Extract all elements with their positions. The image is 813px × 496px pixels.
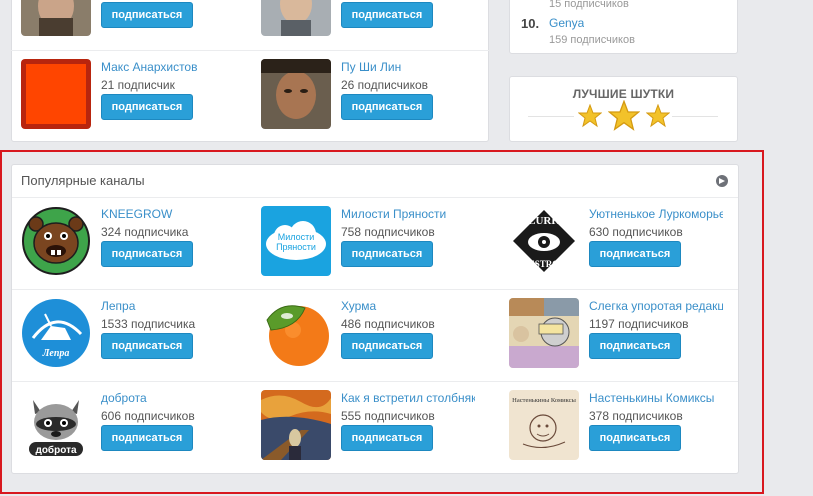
subscribe-button[interactable]: подписаться: [101, 241, 193, 267]
channel-name-link[interactable]: доброта: [101, 391, 241, 405]
section-title: Популярные каналы: [21, 173, 145, 188]
rank-number: 10.: [521, 16, 540, 31]
user-avatar[interactable]: [21, 59, 91, 129]
user-name-link[interactable]: Пу Ши Лин: [341, 60, 401, 74]
subscriber-count: 15 подписчиков: [549, 0, 629, 10]
scream-painting-icon[interactable]: [261, 390, 331, 460]
best-jokes-title[interactable]: ЛУЧШИЕ ШУТКИ: [509, 87, 738, 101]
star-icon: [578, 104, 602, 128]
channel-name-link[interactable]: Слегка упоротая редакция: [589, 299, 723, 313]
star-icon: [646, 104, 670, 128]
subscriber-count: 758 подписчиков: [341, 225, 435, 239]
comic-sketch-icon[interactable]: Настенькины Комиксы: [509, 390, 579, 460]
subscriber-count: 1197 подписчиков: [589, 317, 689, 331]
subscribe-button[interactable]: подписаться: [589, 425, 681, 451]
header-divider: [12, 197, 738, 198]
row-divider: [12, 381, 738, 382]
cloud-logo-text: Милости: [278, 232, 315, 242]
comic-logo-text: Настенькины Комиксы: [512, 397, 576, 404]
channel-name-link[interactable]: Настенькины Комиксы: [589, 391, 723, 405]
cloud-logo-text: Пряности: [276, 242, 316, 252]
user-avatar[interactable]: [261, 0, 331, 36]
cloud-logo-icon[interactable]: Милости Пряности: [261, 206, 331, 276]
subscribe-button[interactable]: подписаться: [589, 333, 681, 359]
channel-name-link[interactable]: Милости Пряности: [341, 207, 481, 221]
lurk-logo-text: LURK: [528, 215, 560, 227]
subscriber-count: 555 подписчиков: [341, 409, 435, 423]
persimmon-icon[interactable]: [261, 298, 331, 368]
user-avatar[interactable]: [21, 0, 91, 36]
lurk-destroy-eye-icon[interactable]: LURK DESTROY: [509, 206, 579, 276]
subscribe-button[interactable]: подписаться: [341, 425, 433, 451]
subscribe-button[interactable]: подписаться: [341, 2, 433, 28]
channel-name-link[interactable]: Уютненькое Луркоморье: [589, 207, 723, 221]
user-avatar[interactable]: [261, 59, 331, 129]
lepra-logo-text: Лепра: [42, 348, 70, 359]
subscribe-button[interactable]: подписаться: [341, 333, 433, 359]
unicorn-logo-icon[interactable]: Лепра: [21, 298, 91, 368]
decor-line: [672, 116, 718, 117]
row-divider: [11, 50, 489, 51]
subscriber-count: 1533 подписчика: [101, 317, 196, 331]
subscribe-button[interactable]: подписаться: [101, 94, 193, 120]
subscribe-button[interactable]: подписаться: [341, 94, 433, 120]
subscriber-count: 21 подписчик: [101, 78, 175, 92]
subscriber-count: 606 подписчиков: [101, 409, 195, 423]
subscribe-button[interactable]: подписаться: [101, 425, 193, 451]
subscribe-button[interactable]: подписаться: [101, 333, 193, 359]
subscriber-count: 324 подписчика: [101, 225, 189, 239]
star-icon: [608, 100, 640, 131]
subscribe-button[interactable]: подписаться: [589, 241, 681, 267]
raccoon-icon[interactable]: доброта: [21, 390, 91, 460]
subscriber-count: 26 подписчиков: [341, 78, 429, 92]
dobrota-logo-text: доброта: [35, 444, 76, 456]
subscriber-count: 378 подписчиков: [589, 409, 683, 423]
channel-name-link[interactable]: Как я встретил столбняк: [341, 391, 475, 405]
subscribe-button[interactable]: подписаться: [101, 2, 193, 28]
comic-collage-icon[interactable]: [509, 298, 579, 368]
arrow-right-icon[interactable]: [716, 175, 728, 187]
row-divider: [12, 289, 738, 290]
subscribe-button[interactable]: подписаться: [341, 241, 433, 267]
subscriber-count: 630 подписчиков: [589, 225, 683, 239]
channel-name-link[interactable]: KNEEGROW: [101, 207, 241, 221]
user-name-link[interactable]: Макс Анархистов: [101, 60, 197, 74]
channel-name-link[interactable]: Хурма: [341, 299, 481, 313]
subscriber-count: 486 подписчиков: [341, 317, 435, 331]
bear-face-icon[interactable]: [21, 206, 91, 276]
decor-line: [528, 116, 574, 117]
subscriber-count: 159 подписчиков: [549, 34, 635, 46]
destroy-logo-text: DESTROY: [522, 259, 566, 269]
channel-name-link[interactable]: Лепра: [101, 299, 241, 313]
user-name-link[interactable]: Genya: [549, 16, 584, 30]
